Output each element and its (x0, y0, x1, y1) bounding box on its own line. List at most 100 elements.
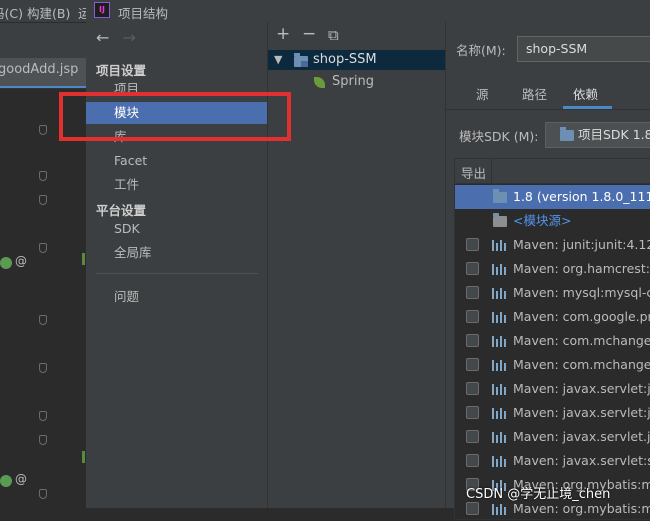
library-icon (492, 288, 506, 299)
table-row[interactable]: Maven: javax.servlet:jsp-api (455, 401, 650, 425)
dependency-name: Maven: junit:junit:4.12 (513, 237, 650, 252)
library-icon (492, 408, 506, 419)
library-icon (492, 360, 506, 371)
sidebar-item-sdks[interactable]: SDK (86, 218, 267, 240)
project-settings-header: 项目设置 (96, 63, 147, 78)
export-checkbox[interactable] (466, 262, 479, 275)
dependency-name: Maven: com.mchange:c3p0 (513, 333, 650, 348)
export-column-header[interactable]: 导出 (461, 163, 486, 182)
library-icon (492, 264, 506, 275)
dependencies-table: 导出 1.8 (version 1.8.0_111) <模块源> Maven: … (454, 158, 650, 520)
export-checkbox[interactable] (466, 406, 479, 419)
spring-bean-icon[interactable] (0, 257, 12, 269)
table-row[interactable]: <模块源> (455, 209, 650, 233)
module-sdk-value: 项目SDK 1.8 (578, 127, 650, 142)
menu-code[interactable]: 码(C) (0, 3, 23, 22)
export-checkbox[interactable] (466, 382, 479, 395)
module-name-field[interactable]: shop-SSM (517, 36, 650, 62)
editor-tab-label: goodAdd.jsp (0, 62, 79, 77)
tab-dependencies[interactable]: 依赖 (573, 84, 598, 103)
editor-tab[interactable]: goodAdd.jsp (0, 58, 86, 88)
table-row[interactable]: Maven: javax.servlet.jsp:jstl (455, 425, 650, 449)
table-row[interactable]: 1.8 (version 1.8.0_111) (455, 185, 650, 209)
dependency-name: Maven: javax.servlet.jsp:jstl (513, 429, 650, 444)
tab-paths[interactable]: 路径 (522, 84, 547, 103)
forward-arrow-icon[interactable]: → (123, 28, 136, 47)
fold-marker[interactable] (39, 171, 47, 181)
module-sdk-label: 模块SDK (M): (459, 129, 539, 144)
library-icon (492, 312, 506, 323)
export-checkbox[interactable] (466, 454, 479, 467)
bean-at-marker: @ (15, 254, 27, 268)
fold-marker[interactable] (39, 125, 47, 135)
table-row[interactable]: Maven: javax.servlet:javax.servlet-api (455, 377, 650, 401)
remove-icon[interactable]: − (302, 24, 316, 44)
export-checkbox[interactable] (466, 358, 479, 371)
spring-bean-icon[interactable] (0, 475, 12, 487)
tabs-divider (446, 109, 650, 110)
library-icon (492, 336, 506, 347)
export-checkbox[interactable] (466, 286, 479, 299)
fold-marker[interactable] (39, 435, 47, 445)
dependency-name: Maven: javax.servlet:javax.servlet-api (513, 381, 650, 396)
tree-node-spring-label: Spring (332, 74, 374, 89)
sidebar-item-artifacts[interactable]: 工件 (86, 174, 267, 196)
fold-marker[interactable] (39, 411, 47, 421)
menu-build[interactable]: 构建(B) (27, 3, 70, 22)
library-icon (492, 504, 506, 515)
intellij-icon: IJ (94, 2, 110, 18)
dependency-name: 1.8 (version 1.8.0_111) (513, 189, 650, 204)
dependency-name: <模块源> (513, 213, 572, 228)
dependency-name: Maven: javax.servlet:servlet-api (513, 453, 650, 468)
table-row[interactable]: Maven: com.mchange:c3p0 (455, 329, 650, 353)
nav-arrows: ← → (96, 28, 136, 47)
fold-marker[interactable] (39, 243, 47, 253)
name-label: 名称(M): (456, 43, 506, 58)
change-marker (82, 451, 85, 463)
sidebar-item-facets[interactable]: Facet (86, 150, 267, 172)
module-sdk-select[interactable]: 项目SDK 1.8 (545, 122, 650, 148)
bean-at-marker: @ (15, 472, 27, 486)
export-checkbox[interactable] (466, 310, 479, 323)
tree-node-module-label: shop-SSM (313, 52, 377, 67)
table-row[interactable]: Maven: org.hamcrest:hamcrest-core:1.3 (455, 257, 650, 281)
dependency-name: Maven: org.hamcrest:hamcrest-core:1.3 (513, 261, 650, 276)
table-row[interactable]: Maven: com.google.protobuf (455, 305, 650, 329)
add-icon[interactable]: + (276, 24, 290, 44)
table-row[interactable]: Maven: junit:junit:4.12 (455, 233, 650, 257)
table-row[interactable]: Maven: mysql:mysql-connector-java (455, 281, 650, 305)
library-icon (492, 432, 506, 443)
export-checkbox[interactable] (466, 334, 479, 347)
csdn-watermark: CSDN @学无止境_chen (466, 487, 611, 502)
sidebar-item-global-libraries[interactable]: 全局库 (86, 242, 267, 264)
tab-sources[interactable]: 源 (476, 84, 489, 103)
fold-marker[interactable] (39, 363, 47, 373)
copy-icon[interactable]: ⧉ (328, 26, 339, 44)
export-checkbox[interactable] (466, 430, 479, 443)
tree-node-spring[interactable]: Spring (268, 72, 445, 92)
export-checkbox[interactable] (466, 502, 479, 515)
sidebar-item-problems[interactable]: 问题 (86, 286, 267, 308)
dependencies-table-header: 导出 (455, 159, 650, 184)
dependency-name: Maven: mysql:mysql-connector-java (513, 285, 650, 300)
jdk-folder-icon (493, 189, 507, 203)
library-icon (492, 384, 506, 395)
column-separator (491, 159, 492, 183)
tree-node-module[interactable]: ▼ shop-SSM (268, 50, 445, 70)
fold-marker[interactable] (39, 489, 47, 499)
module-folder-icon (294, 53, 308, 67)
library-icon (492, 240, 506, 251)
library-icon (492, 456, 506, 467)
fold-marker[interactable] (39, 195, 47, 205)
fold-marker[interactable] (39, 315, 47, 325)
table-row[interactable]: Maven: javax.servlet:servlet-api (455, 449, 650, 473)
ide-editor: @ @ (0, 89, 86, 508)
export-checkbox[interactable] (466, 238, 479, 251)
source-folder-icon (493, 213, 507, 227)
chevron-down-icon[interactable]: ▼ (274, 50, 282, 70)
table-row[interactable]: Maven: com.mchange:mchange-commons-java (455, 353, 650, 377)
back-arrow-icon[interactable]: ← (96, 28, 109, 47)
dialog-titlebar: IJ 项目结构 (86, 0, 650, 22)
module-settings-panel: 名称(M): shop-SSM 源 路径 依赖 模块SDK (M): 项目SDK… (446, 22, 650, 520)
dependency-name: Maven: com.mchange:mchange-commons-java (513, 357, 650, 372)
